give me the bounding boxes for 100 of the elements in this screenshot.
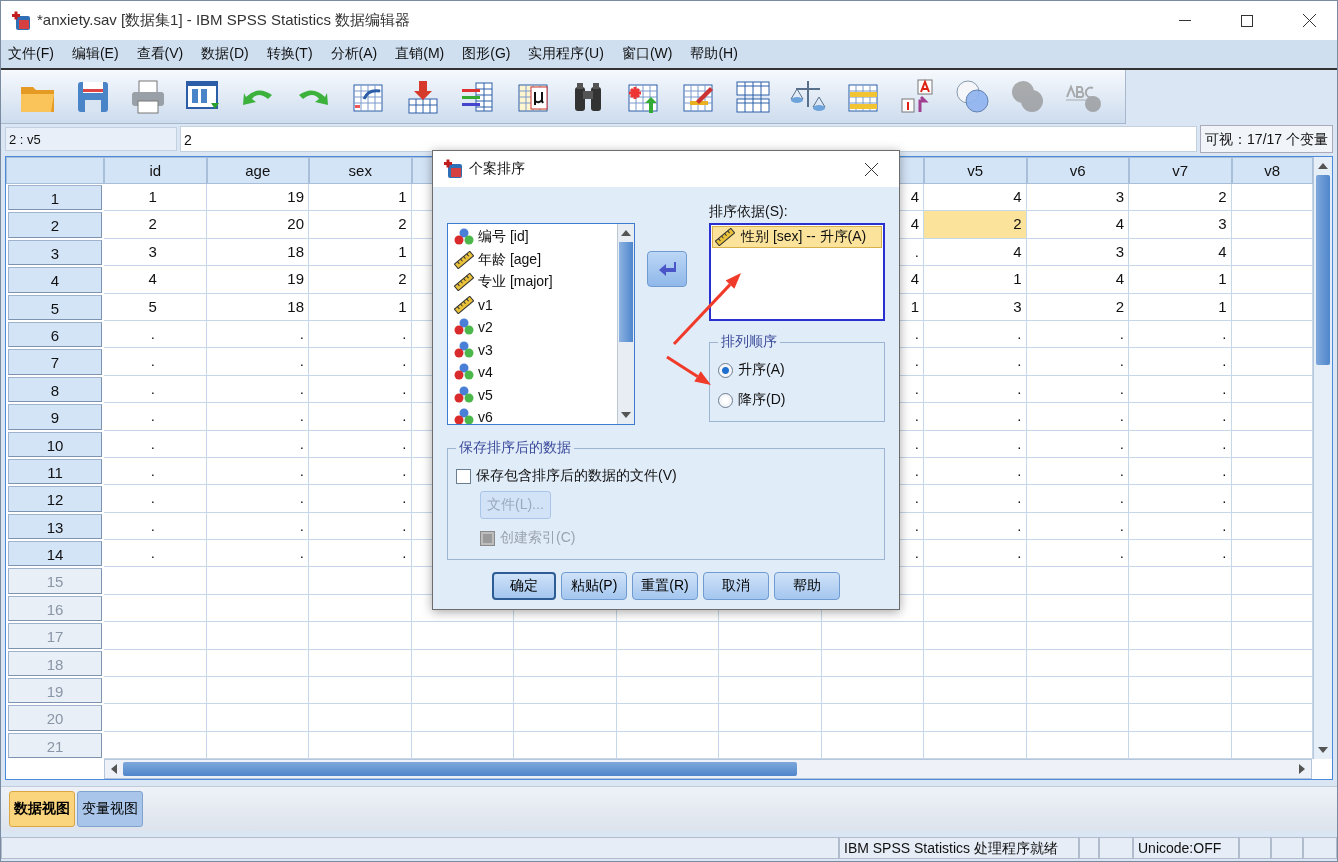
group-title: 保存排序后的数据 (458, 439, 572, 457)
variable-item[interactable]: v1 (448, 293, 617, 316)
radio-button[interactable] (718, 392, 733, 408)
column-header[interactable]: v8 (1231, 157, 1313, 184)
menu-item[interactable]: 分析(A) (323, 45, 389, 63)
dialog-button[interactable]: 取消 (703, 572, 769, 600)
table-cell[interactable]: 2 (924, 211, 1027, 239)
row-header[interactable]: 5 (8, 294, 102, 320)
menu-item[interactable]: 编辑(E) (64, 45, 130, 63)
three-balls-icon (454, 318, 474, 337)
variable-item[interactable]: v3 (448, 338, 617, 361)
row-header[interactable]: 1 (8, 185, 102, 211)
menu-item[interactable]: 实用程序(U) (521, 45, 615, 63)
column-header[interactable]: sex (309, 157, 412, 184)
sort-by-label: 排序依据(S): (709, 203, 789, 221)
table-cell: 2 (104, 211, 207, 239)
column-header[interactable]: age (206, 157, 309, 184)
radio-button[interactable] (718, 362, 733, 378)
table-cell: 3 (1026, 184, 1129, 212)
table-cell: 2 (1129, 184, 1232, 212)
checkbox[interactable] (456, 468, 471, 484)
table-cell: . (309, 403, 412, 431)
row-header[interactable]: 14 (8, 541, 102, 567)
sort-key-item[interactable]: 性别 [sex] -- 升序(A) (712, 226, 882, 248)
vertical-scrollbar[interactable] (1313, 157, 1332, 759)
cell-value-field[interactable]: 2 (180, 126, 1198, 152)
table-cell: 1 (1129, 293, 1232, 321)
variable-item[interactable]: v2 (448, 316, 617, 339)
row-header[interactable]: 13 (8, 513, 102, 540)
dialog-button[interactable]: 粘贴(P) (561, 572, 627, 600)
dialog-button[interactable]: 帮助 (774, 572, 840, 600)
status-text: IBM SPSS Statistics 处理程序就绪 (839, 837, 1079, 859)
table-cell: . (1129, 485, 1232, 513)
variable-item[interactable]: 年龄 [age] (448, 248, 617, 271)
table-cell: 1 (309, 293, 412, 321)
column-header[interactable]: v6 (1026, 157, 1129, 184)
table-cell: 3 (1026, 238, 1129, 267)
column-header[interactable]: v5 (924, 157, 1027, 184)
menu-item[interactable]: 数据(D) (194, 45, 260, 63)
unicode-status: Unicode:OFF (1133, 837, 1239, 859)
table-cell: . (206, 540, 309, 568)
variable-item[interactable]: 编号 [id] (448, 226, 617, 249)
column-header[interactable]: v7 (1129, 157, 1232, 184)
table-cell: 1 (104, 184, 207, 212)
view-tab[interactable]: 变量视图 (77, 791, 143, 827)
table-cell: . (309, 320, 412, 349)
row-header[interactable]: 2 (8, 212, 102, 238)
menu-item[interactable]: 文件(F) (1, 45, 65, 63)
dialog-button[interactable]: 重置(R) (632, 572, 698, 600)
scrollbar-thumb[interactable] (1316, 175, 1330, 365)
table-cell: 4 (924, 238, 1027, 267)
variable-item[interactable]: 专业 [major] (448, 271, 617, 294)
table-cell: . (309, 512, 412, 541)
table-cell: . (1026, 512, 1129, 541)
table-cell: . (206, 485, 309, 513)
table-cell: 1 (309, 184, 412, 212)
row-header[interactable]: 10 (8, 431, 102, 457)
table-cell: . (924, 403, 1027, 431)
table-cell: 4 (1026, 266, 1129, 294)
menu-item[interactable]: 转换(T) (259, 45, 324, 63)
table-cell: . (206, 348, 309, 376)
table-cell: . (309, 375, 412, 404)
visible-variables-count: 可视：17/17 个变量 (1200, 125, 1333, 153)
row-header[interactable]: 6 (8, 321, 102, 348)
row-header[interactable]: 9 (8, 404, 102, 430)
right-arrow-icon (1299, 764, 1305, 774)
table-cell: 3 (924, 293, 1027, 321)
table-cell: . (1026, 485, 1129, 513)
table-cell: 2 (1026, 293, 1129, 321)
variable-item[interactable]: v5 (448, 383, 617, 406)
menu-item[interactable]: 窗口(W) (614, 45, 684, 63)
table-cell: . (1026, 320, 1129, 349)
scrollbar-thumb[interactable] (123, 762, 797, 776)
row-header[interactable]: 12 (8, 486, 102, 512)
menu-item[interactable]: 直销(M) (388, 45, 456, 63)
list-scrollbar[interactable] (617, 224, 634, 424)
table-cell: 4 (104, 266, 207, 294)
down-arrow-icon (1318, 747, 1328, 753)
variable-item[interactable]: v4 (448, 361, 617, 384)
view-tab[interactable]: 数据视图 (9, 791, 75, 827)
table-cell: . (104, 320, 207, 349)
table-cell: . (309, 348, 412, 376)
dialog-button[interactable]: 确定 (492, 572, 556, 600)
menu-item[interactable]: 查看(V) (129, 45, 195, 63)
row-header[interactable]: 7 (8, 349, 102, 375)
scrollbar-thumb[interactable] (619, 242, 633, 342)
table-cell: . (104, 430, 207, 458)
move-button[interactable] (647, 251, 687, 287)
row-header[interactable]: 4 (8, 267, 102, 293)
menu-item[interactable]: 图形(G) (455, 45, 522, 63)
row-header[interactable]: 3 (8, 239, 102, 266)
table-cell: . (924, 457, 1027, 486)
row-header[interactable]: 8 (8, 376, 102, 403)
horizontal-scrollbar[interactable] (104, 759, 1312, 779)
column-header[interactable]: id (104, 157, 207, 184)
row-header[interactable]: 11 (8, 458, 102, 485)
table-cell: . (206, 375, 309, 404)
variable-item[interactable]: v6 (448, 406, 617, 424)
ruler-icon (715, 228, 735, 246)
menu-item[interactable]: 帮助(H) (683, 45, 749, 63)
